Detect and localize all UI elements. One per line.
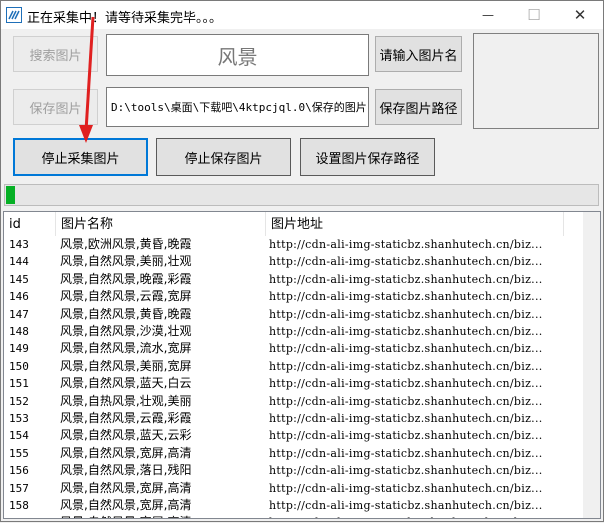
list-row[interactable]: 144 风景,自然风景,美丽,壮观 http://cdn-ali-img-stati… (4, 253, 564, 270)
save-images-button[interactable]: 保存图片 (13, 89, 98, 125)
cell-url: http://cdn-ali-img-staticbz.shanhutech.c… (269, 514, 564, 518)
list-row[interactable]: 152 风景,自热风景,壮观,美丽 http://cdn-ali-img-stati… (4, 393, 564, 410)
minimize-icon: — (482, 8, 494, 22)
save-path-input[interactable]: D:\tools\桌面\下载吧\4ktpcjql.0\保存的图片 (106, 87, 369, 127)
enter-keyword-button[interactable]: 请输入图片名 (375, 36, 462, 72)
cell-id: 156 (9, 464, 29, 478)
minimize-button[interactable]: — (465, 1, 511, 29)
cell-id: 159 (9, 514, 54, 518)
cell-url: http://cdn-ali-img-staticbz.shanhutech.c… (269, 325, 543, 338)
image-list[interactable]: id 图片名称 图片地址 143 风景,欧洲风景,黄昏,晚霞 http://cdn-… (3, 211, 601, 519)
stop-collect-button[interactable]: 停止采集图片 (13, 138, 148, 176)
cell-name: 风景,自然风景,流水,宽屏 (60, 341, 192, 356)
progress-bar (4, 184, 599, 206)
search-images-button[interactable]: 搜索图片 (13, 36, 98, 72)
list-row[interactable]: 148 风景,自然风景,沙漠,壮观 http://cdn-ali-img-stati… (4, 323, 564, 340)
list-row[interactable]: 158 风景,自然风景,宽屏,高清 http://cdn-ali-img-stati… (4, 497, 564, 514)
cell-url: http://cdn-ali-img-staticbz.shanhutech.c… (269, 238, 543, 251)
list-row[interactable]: 154 风景,自然风景,蓝天,云彩 http://cdn-ali-img-stati… (4, 427, 564, 444)
cell-id: 154 (9, 429, 29, 443)
cell-url: http://cdn-ali-img-staticbz.shanhutech.c… (269, 481, 543, 495)
close-icon: ✕ (573, 6, 587, 24)
vertical-scrollbar[interactable] (583, 212, 600, 518)
cell-name: 风景,自然风景,晚霞,彩霞 (60, 271, 192, 286)
progress-fill (6, 186, 15, 204)
cell-url: http://cdn-ali-img-staticbz.shanhutech.c… (269, 464, 543, 478)
cell-id: 146 (9, 290, 29, 304)
cell-name: 风景,欧洲风景,黄昏,晚霞 (60, 237, 192, 251)
column-header-id[interactable]: id (4, 212, 56, 236)
cell-id: 143 (9, 238, 29, 251)
cell-name: 风景,自然风景,黄昏,晚霞 (60, 306, 192, 321)
cell-url: http://cdn-ali-img-staticbz.shanhutech.c… (269, 446, 543, 460)
set-save-path-button[interactable]: 设置图片保存路径 (300, 138, 435, 176)
cell-name: 风景,自然风景,美丽,宽屏 (60, 358, 192, 373)
cell-id: 145 (9, 272, 29, 286)
list-row[interactable]: 159 风景,自然风景,宽屏,高清 http://cdn-ali-img-stati… (4, 514, 564, 518)
title-bar: 正在采集中！请等待采集完毕。。。 — ☐ ✕ (1, 1, 603, 29)
list-row[interactable]: 157 风景,自然风景,宽屏,高清 http://cdn-ali-img-stati… (4, 480, 564, 497)
cell-id: 148 (9, 325, 29, 338)
keyword-input[interactable]: 风景 (106, 34, 369, 76)
cell-name: 风景,自然风景,宽屏,高清 (60, 480, 192, 495)
cell-url: http://cdn-ali-img-staticbz.shanhutech.c… (269, 412, 543, 425)
list-row[interactable]: 143 风景,欧洲风景,黄昏,晚霞 http://cdn-ali-img-stati… (4, 236, 564, 253)
cell-name: 风景,自然风景,蓝天,云彩 (60, 428, 192, 443)
list-row[interactable]: 153 风景,自然风景,云霞,彩霞 http://cdn-ali-img-stati… (4, 410, 564, 427)
window-title: 正在采集中！请等待采集完毕。。。 (27, 11, 223, 26)
cell-url: http://cdn-ali-img-staticbz.shanhutech.c… (269, 307, 543, 321)
list-row[interactable]: 147 风景,自然风景,黄昏,晚霞 http://cdn-ali-img-stati… (4, 306, 564, 323)
app-icon (6, 7, 22, 23)
cell-id: 152 (9, 394, 29, 408)
cell-id: 144 (9, 255, 29, 269)
cell-url: http://cdn-ali-img-staticbz.shanhutech.c… (269, 272, 543, 286)
cell-id: 157 (9, 481, 29, 495)
list-row[interactable]: 151 风景,自然风景,蓝天,白云 http://cdn-ali-img-stati… (4, 375, 564, 392)
cell-id: 151 (9, 377, 29, 391)
cell-id: 158 (9, 499, 29, 512)
list-row[interactable]: 155 风景,自然风景,宽屏,高清 http://cdn-ali-img-stati… (4, 445, 564, 462)
cell-id: 153 (9, 412, 29, 425)
cell-name: 风景,自然风景,沙漠,壮观 (60, 324, 192, 338)
list-row[interactable]: 145 风景,自然风景,晚霞,彩霞 http://cdn-ali-img-stati… (4, 271, 564, 288)
cell-name: 风景,自然风景,落日,残阳 (60, 463, 192, 478)
cell-name: 风景,自然风景,云霞,宽屏 (60, 289, 192, 304)
app-window: 正在采集中！请等待采集完毕。。。 — ☐ ✕ 搜索图片 风景 请输入图片名 保存… (0, 0, 604, 522)
cell-url: http://cdn-ali-img-staticbz.shanhutech.c… (269, 499, 543, 512)
column-header-url[interactable]: 图片地址 (266, 212, 564, 236)
list-row[interactable]: 156 风景,自然风景,落日,残阳 http://cdn-ali-img-stati… (4, 462, 564, 479)
cell-url: http://cdn-ali-img-staticbz.shanhutech.c… (269, 359, 543, 373)
cell-url: http://cdn-ali-img-staticbz.shanhutech.c… (269, 377, 543, 391)
cell-name: 风景,自然风景,美丽,壮观 (60, 254, 192, 269)
cell-name: 风景,自然风景,宽屏,高清 (60, 445, 192, 460)
cell-url: http://cdn-ali-img-staticbz.shanhutech.c… (269, 394, 543, 408)
cell-name: 风景,自然风景,宽屏,高清 (60, 498, 192, 512)
column-header-name[interactable]: 图片名称 (56, 212, 266, 236)
list-row[interactable]: 149 风景,自然风景,流水,宽屏 http://cdn-ali-img-stati… (4, 340, 564, 357)
cell-url: http://cdn-ali-img-staticbz.shanhutech.c… (269, 255, 543, 269)
cell-name: 风景,自然风景,蓝天,白云 (60, 376, 192, 391)
cell-url: http://cdn-ali-img-staticbz.shanhutech.c… (269, 342, 543, 356)
cell-url: http://cdn-ali-img-staticbz.shanhutech.c… (269, 429, 543, 443)
maximize-icon: ☐ (527, 6, 541, 24)
image-preview (473, 33, 599, 129)
cell-name: 风景,自然风景,云霞,彩霞 (60, 411, 192, 425)
cell-id: 147 (9, 307, 29, 321)
cell-url: http://cdn-ali-img-staticbz.shanhutech.c… (269, 290, 543, 304)
close-button[interactable]: ✕ (557, 1, 603, 29)
stop-save-button[interactable]: 停止保存图片 (156, 138, 291, 176)
cell-name: 风景,自然风景,宽屏,高清 (60, 514, 265, 518)
save-path-button[interactable]: 保存图片路径 (375, 89, 462, 125)
cell-id: 155 (9, 446, 29, 460)
list-row[interactable]: 150 风景,自然风景,美丽,宽屏 http://cdn-ali-img-stati… (4, 358, 564, 375)
list-header: id 图片名称 图片地址 (4, 212, 564, 236)
cell-name: 风景,自热风景,壮观,美丽 (60, 393, 192, 408)
cell-id: 149 (9, 342, 29, 356)
list-row[interactable]: 146 风景,自然风景,云霞,宽屏 http://cdn-ali-img-stati… (4, 288, 564, 305)
cell-id: 150 (9, 359, 29, 373)
maximize-button[interactable]: ☐ (511, 1, 557, 29)
